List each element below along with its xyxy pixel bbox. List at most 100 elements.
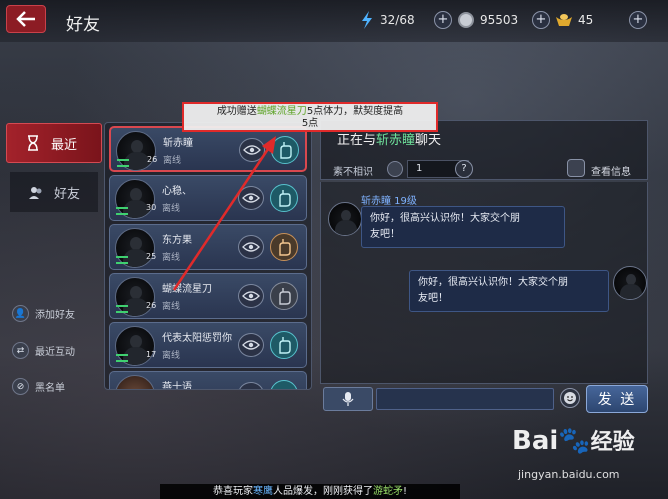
smiley-icon [564, 392, 576, 404]
broadcast-item: 游蛇矛 [372, 486, 403, 497]
avatar [613, 266, 647, 300]
add-stamina-button[interactable]: + [434, 11, 452, 29]
view-info-link[interactable]: 查看信息 [591, 163, 631, 178]
message-sender: 斩赤瞳 19级 [361, 196, 417, 207]
friend-status: 离线 [162, 253, 181, 263]
block-icon: ⊘ [12, 378, 29, 395]
online-signal-icon [117, 159, 129, 167]
profile-card-icon[interactable] [567, 159, 585, 177]
voice-button[interactable] [323, 387, 373, 411]
add-friend-button[interactable]: 👤 添加好友 [12, 305, 75, 322]
friend-level: 30 [146, 203, 157, 212]
message-input[interactable] [376, 388, 554, 410]
message-bubble: 你好，很高兴认识你！大家交个朋 友吧！ [409, 270, 609, 312]
broadcast-player: 寒鹰 [252, 486, 273, 497]
help-icon[interactable]: ? [455, 160, 473, 178]
friend-status: 离线 [163, 156, 182, 166]
friend-card[interactable]: 燕十语 [109, 371, 307, 390]
friends-icon [29, 187, 42, 199]
chat-title-prefix: 正在与 [337, 133, 377, 148]
friend-card[interactable]: 25 东方果 离线 [109, 224, 307, 270]
paw-icon: 🐾 [558, 426, 591, 456]
coin-value: 95503 [480, 13, 519, 27]
chat-hand-icon [279, 288, 291, 305]
add-gold-button[interactable]: + [629, 11, 647, 29]
chat-hand-icon [279, 337, 291, 354]
friend-name: 斩赤瞳 [163, 138, 193, 149]
chat-hand-icon [279, 190, 291, 207]
emoji-button[interactable] [560, 388, 580, 408]
toast-prefix: 成功赠送 [216, 106, 257, 117]
message-text: 你好，很高兴认识你！大家交个朋 [370, 213, 520, 224]
eye-icon [242, 388, 260, 390]
tab-friends-label: 好友 [54, 186, 81, 202]
chat-button[interactable] [270, 184, 298, 212]
hourglass-icon [28, 135, 38, 151]
view-profile-button[interactable] [238, 284, 264, 308]
friend-level: 26 [146, 301, 157, 310]
chat-button[interactable] [270, 282, 298, 310]
friend-status: 离线 [162, 351, 181, 361]
stamina-value: 32/68 [380, 13, 415, 27]
view-profile-button[interactable] [239, 138, 265, 162]
chat-title-name: 斩赤瞳 [376, 133, 416, 148]
message-text: 友吧！ [370, 229, 400, 240]
friend-name: 代表太阳惩罚你 [162, 333, 232, 344]
chat-hand-icon [280, 142, 292, 159]
chat-button[interactable] [270, 380, 298, 389]
chat-button[interactable] [270, 331, 298, 359]
avatar [328, 202, 362, 236]
toast-suffix: 5点体力，默契度提高 [306, 106, 404, 117]
view-profile-button[interactable] [238, 186, 264, 210]
toast-line1: 成功赠送蝴蝶流星刀5点体力，默契度提高 [184, 106, 436, 118]
send-button[interactable]: 发 送 [586, 385, 648, 413]
online-signal-icon [116, 207, 128, 215]
back-button[interactable] [6, 5, 46, 33]
friend-level: 26 [147, 155, 158, 164]
watermark-url: jingyan.baidu.com [518, 468, 620, 481]
friend-card[interactable]: 26 斩赤瞳 离线 [109, 126, 307, 172]
friend-list[interactable]: 26 斩赤瞳 离线 30 心稳、 离线 25 东方果 离线 26 蝴蝶流星刀 离… [104, 122, 312, 390]
blacklist-button[interactable]: ⊘ 黑名单 [12, 378, 65, 395]
tab-recent[interactable]: 最近 [6, 123, 102, 163]
eye-icon [242, 242, 260, 252]
baidu-watermark: Bai🐾经验 jingyan.baidu.com [512, 422, 662, 488]
message-bubble: 你好，很高兴认识你！大家交个朋 友吧！ [361, 206, 565, 248]
watermark-latin: Bai [512, 426, 559, 456]
view-profile-button[interactable] [238, 382, 264, 390]
broadcast-text: 人品爆发，刚刚获得了 [272, 486, 373, 497]
friend-card[interactable]: 26 蝴蝶流星刀 离线 [109, 273, 307, 319]
chat-button[interactable] [271, 136, 299, 164]
view-profile-button[interactable] [238, 333, 264, 357]
friend-level: 17 [146, 350, 157, 359]
gift-toast: 成功赠送蝴蝶流星刀5点体力，默契度提高 5点 [182, 102, 438, 132]
online-signal-icon [116, 354, 128, 362]
message-text: 友吧！ [418, 293, 448, 304]
chat-messages[interactable]: 斩赤瞳 19级 你好，很高兴认识你！大家交个朋 友吧！ 你好，很高兴认识你！大家… [320, 182, 648, 384]
watermark-logo: Bai🐾经验 [512, 424, 635, 456]
interaction-arrows-icon: ⇄ [12, 342, 29, 359]
online-signal-icon [116, 305, 128, 313]
microphone-icon [342, 392, 354, 406]
coin-icon [458, 12, 474, 28]
friend-name: 燕十语 [162, 382, 192, 390]
chat-title-suffix: 聊天 [415, 133, 442, 148]
message-text: 你好，很高兴认识你！大家交个朋 [418, 277, 568, 288]
tab-recent-label: 最近 [51, 137, 78, 153]
tab-friends[interactable]: 好友 [10, 172, 98, 212]
eye-icon [242, 291, 260, 301]
add-coin-button[interactable]: + [532, 11, 550, 29]
recent-interaction-button[interactable]: ⇄ 最近互动 [12, 342, 75, 359]
add-friend-label: 添加好友 [35, 310, 75, 321]
relation-icon [387, 161, 403, 177]
friend-card[interactable]: 17 代表太阳惩罚你 离线 [109, 322, 307, 368]
chat-button[interactable] [270, 233, 298, 261]
page-title: 好友 [66, 15, 100, 35]
friend-name: 东方果 [162, 235, 192, 246]
view-profile-button[interactable] [238, 235, 264, 259]
friend-card[interactable]: 30 心稳、 离线 [109, 175, 307, 221]
online-signal-icon [116, 256, 128, 264]
gold-ingot-icon [556, 14, 572, 26]
blacklist-label: 黑名单 [35, 383, 65, 394]
friend-name: 蝴蝶流星刀 [162, 284, 212, 295]
